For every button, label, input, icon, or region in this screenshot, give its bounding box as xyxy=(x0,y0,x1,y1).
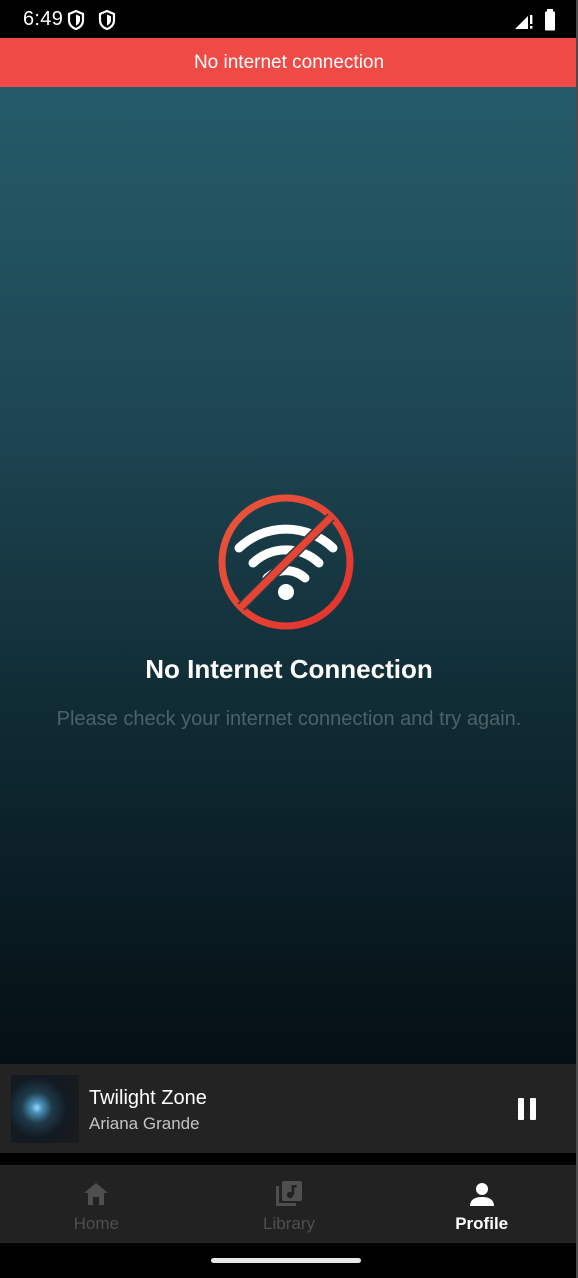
home-icon xyxy=(84,1183,109,1205)
bottom-navigation: Home Library Profile xyxy=(0,1165,578,1243)
nav-item-home[interactable]: Home xyxy=(0,1165,193,1243)
shield-icon xyxy=(98,10,116,30)
pause-icon xyxy=(530,1098,536,1120)
home-indicator[interactable] xyxy=(211,1258,361,1263)
empty-state-message: Please check your internet connection an… xyxy=(56,708,522,730)
nav-label-profile: Profile xyxy=(455,1214,509,1233)
nav-item-profile[interactable]: Profile xyxy=(385,1165,578,1243)
nav-label-library: Library xyxy=(263,1214,315,1233)
app-screen: 6:49 No internet connection No Internet … xyxy=(0,0,578,1278)
main-content: No Internet Connection Please check your… xyxy=(0,87,578,1064)
status-time: 6:49 xyxy=(23,8,64,30)
empty-state-title: No Internet Connection xyxy=(145,654,433,684)
wifi-off-icon xyxy=(218,494,354,630)
pause-button[interactable] xyxy=(507,1090,547,1128)
offline-banner: No internet connection xyxy=(0,38,578,87)
gesture-bar xyxy=(0,1243,578,1278)
offline-banner-text: No internet connection xyxy=(193,51,385,73)
album-art[interactable] xyxy=(11,1075,79,1143)
battery-icon xyxy=(545,9,555,31)
player-divider xyxy=(0,1153,578,1165)
nav-item-library[interactable]: Library xyxy=(193,1165,386,1243)
library-music-icon xyxy=(276,1181,302,1206)
track-title: Twilight Zone xyxy=(89,1087,207,1109)
shield-icon xyxy=(67,10,85,30)
track-artist: Ariana Grande xyxy=(89,1114,200,1133)
pause-icon xyxy=(518,1098,524,1120)
mini-player[interactable]: Twilight Zone Ariana Grande xyxy=(0,1064,578,1153)
signal-icon xyxy=(515,15,533,29)
status-bar: 6:49 xyxy=(0,0,578,38)
nav-label-home: Home xyxy=(73,1214,120,1233)
person-icon xyxy=(469,1183,494,1206)
